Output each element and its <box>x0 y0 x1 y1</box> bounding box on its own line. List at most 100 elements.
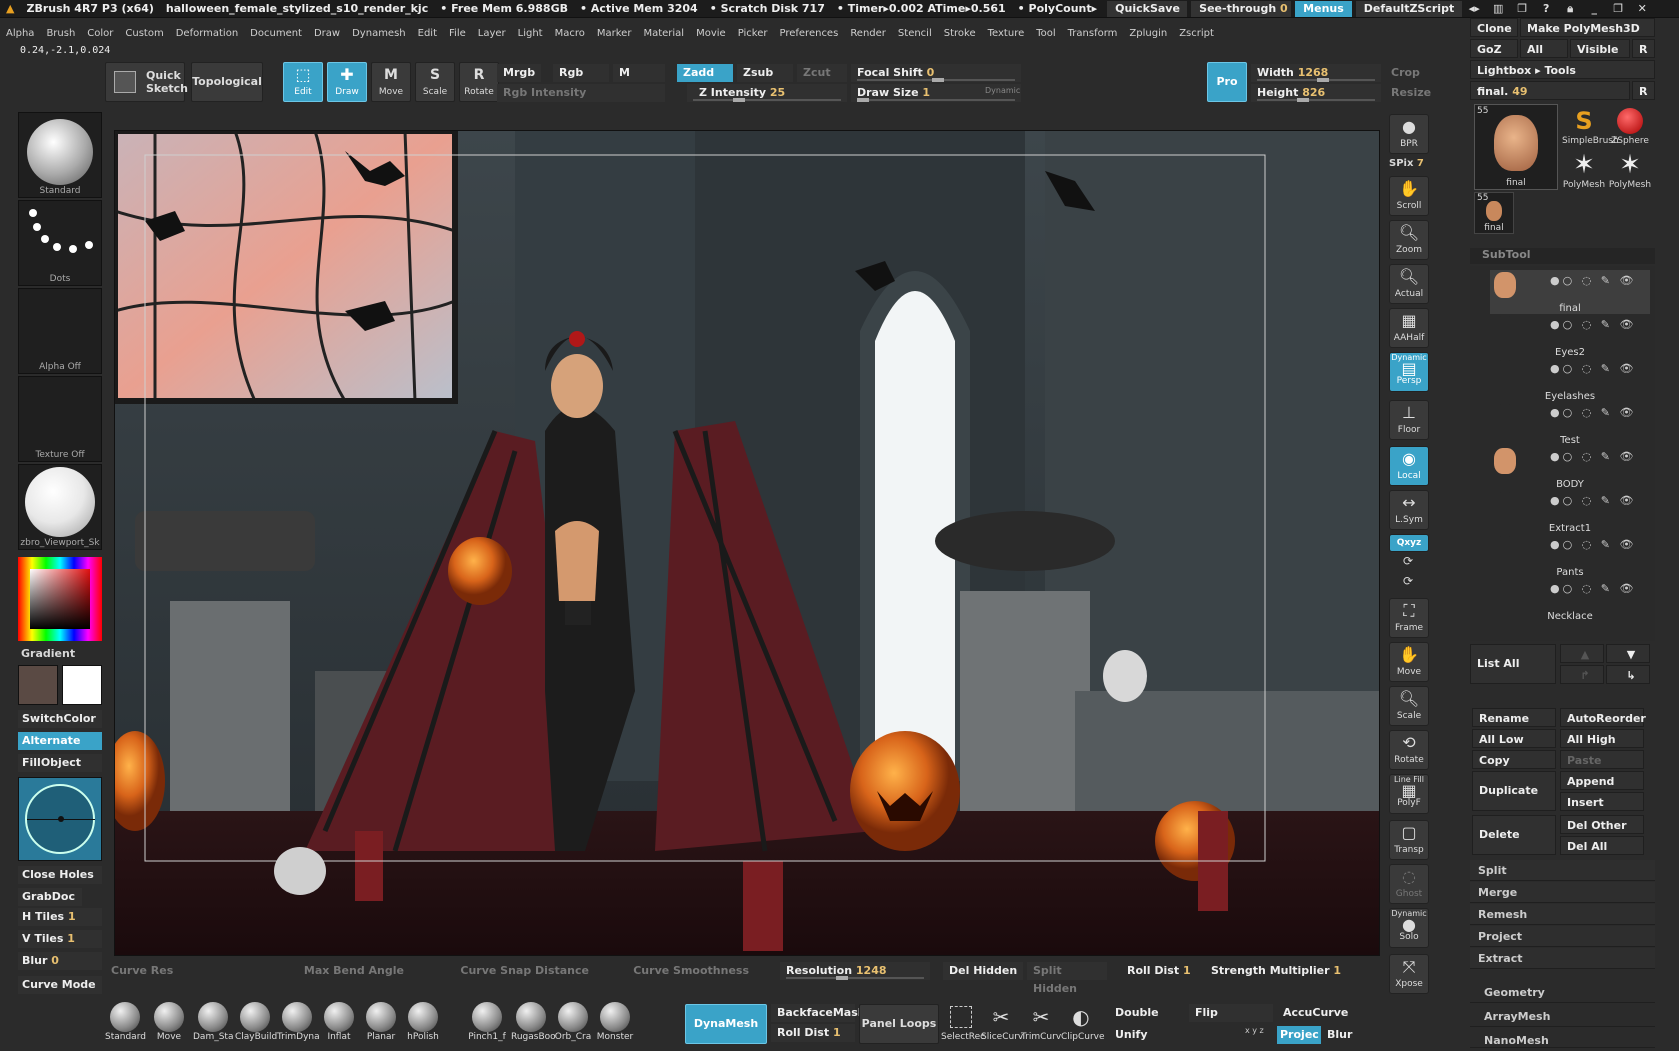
remesh-section[interactable]: Remesh <box>1470 904 1655 925</box>
pro-button[interactable]: Pro <box>1207 62 1247 102</box>
spix-slider[interactable]: SPix 7 <box>1389 158 1424 169</box>
clone-button[interactable]: Clone <box>1470 18 1518 37</box>
brush-standard[interactable]: Standard <box>105 1002 146 1046</box>
scale-view-button[interactable]: 🔍︎ Scale <box>1389 686 1429 726</box>
xyz-button[interactable]: Qxyz <box>1389 534 1429 552</box>
move-up-button[interactable]: ▲ <box>1560 644 1604 663</box>
brush-trimdyna[interactable]: TrimDyna <box>277 1002 320 1046</box>
subtool-item[interactable]: ●○ ◌ ✎ 👁︎ Eyelashes <box>1490 358 1650 402</box>
subtool-item[interactable]: ●○ ◌ ✎ 👁︎ BODY <box>1490 446 1650 490</box>
scroll-button[interactable]: ✋ Scroll <box>1389 176 1429 216</box>
subtool-item[interactable]: ●○ ◌ ✎ 👁︎ final <box>1490 270 1650 314</box>
curve-res-slider[interactable]: Curve Res <box>105 962 245 980</box>
restore-icon[interactable]: ❐ <box>1606 1 1630 17</box>
doc-width-slider[interactable]: Width 1268 <box>1251 64 1381 82</box>
h-tiles-slider[interactable]: H Tiles 1 <box>18 908 102 926</box>
brush-planar[interactable]: Planar <box>361 1002 401 1046</box>
extract-section[interactable]: Extract <box>1470 948 1655 969</box>
project-section[interactable]: Project <box>1470 926 1655 947</box>
palette-icon[interactable]: ❐ <box>1510 1 1534 17</box>
lock-icon[interactable]: 🔒︎ <box>1558 1 1582 17</box>
zadd-button[interactable]: Zadd <box>677 64 733 82</box>
curve-smoothness-slider[interactable]: Curve Smoothness <box>605 962 755 980</box>
bpr-button[interactable]: ● BPR <box>1389 114 1429 154</box>
tool-name-slider[interactable]: final. 49 <box>1470 81 1630 100</box>
menu-render[interactable]: Render <box>844 28 892 39</box>
curve-snap-slider[interactable]: Curve Snap Distance <box>425 962 595 980</box>
brush-inflat[interactable]: Inflat <box>319 1002 359 1046</box>
quicksave-button[interactable]: QuickSave <box>1107 0 1188 17</box>
recent-tool-thumb[interactable]: 55 final <box>1474 192 1514 234</box>
mrgb-button[interactable]: Mrgb <box>497 64 541 82</box>
document-canvas[interactable] <box>114 130 1380 956</box>
transp-button[interactable]: ▢ Transp <box>1389 820 1429 860</box>
switchcolor-button[interactable]: SwitchColor <box>18 710 102 728</box>
menu-stencil[interactable]: Stencil <box>892 28 938 39</box>
rgb-intensity-slider[interactable]: Rgb Intensity <box>497 84 665 102</box>
menu-preferences[interactable]: Preferences <box>773 28 844 39</box>
menu-transform[interactable]: Transform <box>1062 28 1124 39</box>
del-all-button[interactable]: Del All <box>1560 836 1644 855</box>
default-zscript-button[interactable]: DefaultZScript <box>1355 0 1463 17</box>
curve-mode-button[interactable]: Curve Mode <box>18 976 102 994</box>
move-down-button[interactable]: ▼ <box>1606 644 1650 663</box>
menu-brush[interactable]: Brush <box>40 28 81 39</box>
rotate-button[interactable]: R Rotate <box>459 62 499 102</box>
rotate-view-button[interactable]: ⟲ Rotate <box>1389 730 1429 770</box>
brush-orb-cra[interactable]: Orb_Cra <box>553 1002 593 1046</box>
ui-icon[interactable]: ▥ <box>1486 1 1510 17</box>
subtool-toggle-icons[interactable]: ●○ ◌ ✎ 👁︎ <box>1550 274 1636 287</box>
clipcurve-brush[interactable]: ◐ ClipCurve <box>1061 1002 1105 1046</box>
crop-button[interactable]: Crop <box>1385 64 1420 82</box>
rotate-z-icon[interactable]: ⟳ <box>1403 574 1413 588</box>
subtool-toggle-icons[interactable]: ●○ ◌ ✎ 👁︎ <box>1550 362 1636 375</box>
subtool-header[interactable]: SubTool <box>1470 248 1655 264</box>
simplebrush-tool[interactable]: S SimpleBrush <box>1562 106 1619 150</box>
arraymesh-section[interactable]: ArrayMesh <box>1470 1006 1655 1027</box>
menu-movie[interactable]: Movie <box>690 28 732 39</box>
tool-r-button[interactable]: R <box>1632 81 1655 100</box>
draw-button[interactable]: ✚ Draw <box>327 62 367 102</box>
menu-macro[interactable]: Macro <box>549 28 591 39</box>
color-picker[interactable] <box>18 557 102 641</box>
copy-button[interactable]: Copy <box>1472 750 1556 769</box>
menu-zscript[interactable]: Zscript <box>1173 28 1220 39</box>
menu-draw[interactable]: Draw <box>308 28 346 39</box>
xyz-toggle[interactable]: x y z <box>1245 1026 1264 1035</box>
lightbox-tools-button[interactable]: Lightbox ▸ Tools <box>1470 60 1655 79</box>
persp-button[interactable]: Dynamic ▤ Persp <box>1389 352 1429 392</box>
local-button[interactable]: ◉ Local <box>1389 446 1429 486</box>
zcut-button[interactable]: Zcut <box>797 64 847 82</box>
menu-layer[interactable]: Layer <box>472 28 512 39</box>
brush-monster[interactable]: Monster <box>595 1002 635 1046</box>
goz-all-button[interactable]: All <box>1520 39 1568 58</box>
menu-marker[interactable]: Marker <box>591 28 638 39</box>
lsym-button[interactable]: ↔ L.Sym <box>1389 490 1429 530</box>
delete-button[interactable]: Delete <box>1472 815 1556 855</box>
rename-button[interactable]: Rename <box>1472 708 1556 727</box>
duplicate-button[interactable]: Duplicate <box>1472 771 1556 811</box>
scale-button[interactable]: S Scale <box>415 62 455 102</box>
all-low-button[interactable]: All Low <box>1472 729 1556 748</box>
move-bottom-button[interactable]: ↳ <box>1606 665 1650 684</box>
menu-light[interactable]: Light <box>512 28 549 39</box>
strength-multiplier-slider[interactable]: Strength Multiplier 1 <box>1205 962 1365 980</box>
all-high-button[interactable]: All High <box>1560 729 1644 748</box>
blur-bottom-slider[interactable]: Blur <box>1323 1026 1371 1044</box>
subtool-toggle-icons[interactable]: ●○ ◌ ✎ 👁︎ <box>1550 582 1636 595</box>
alpha-selector[interactable]: Alpha Off <box>18 288 102 374</box>
brush-rugasboo[interactable]: RugasBoo <box>511 1002 556 1046</box>
dynamic-size-button[interactable]: Dynamic <box>985 86 1020 95</box>
geometry-section[interactable]: Geometry <box>1470 982 1655 1003</box>
topological-button[interactable]: Topological <box>191 62 263 102</box>
fillobject-button[interactable]: FillObject <box>18 754 102 772</box>
project-button[interactable]: Projec <box>1277 1026 1321 1044</box>
current-tool-thumb[interactable]: 55 final <box>1474 104 1558 190</box>
subtool-toggle-icons[interactable]: ●○ ◌ ✎ 👁︎ <box>1550 538 1636 551</box>
del-hidden-button[interactable]: Del Hidden <box>943 962 1023 980</box>
subtool-toggle-icons[interactable]: ●○ ◌ ✎ 👁︎ <box>1550 494 1636 507</box>
material-selector[interactable]: zbro_Viewport_Sk <box>18 464 102 550</box>
actual-button[interactable]: 🔍︎ Actual <box>1389 264 1429 304</box>
flip-button[interactable]: Flip <box>1189 1004 1273 1022</box>
merge-section[interactable]: Merge <box>1470 882 1655 903</box>
